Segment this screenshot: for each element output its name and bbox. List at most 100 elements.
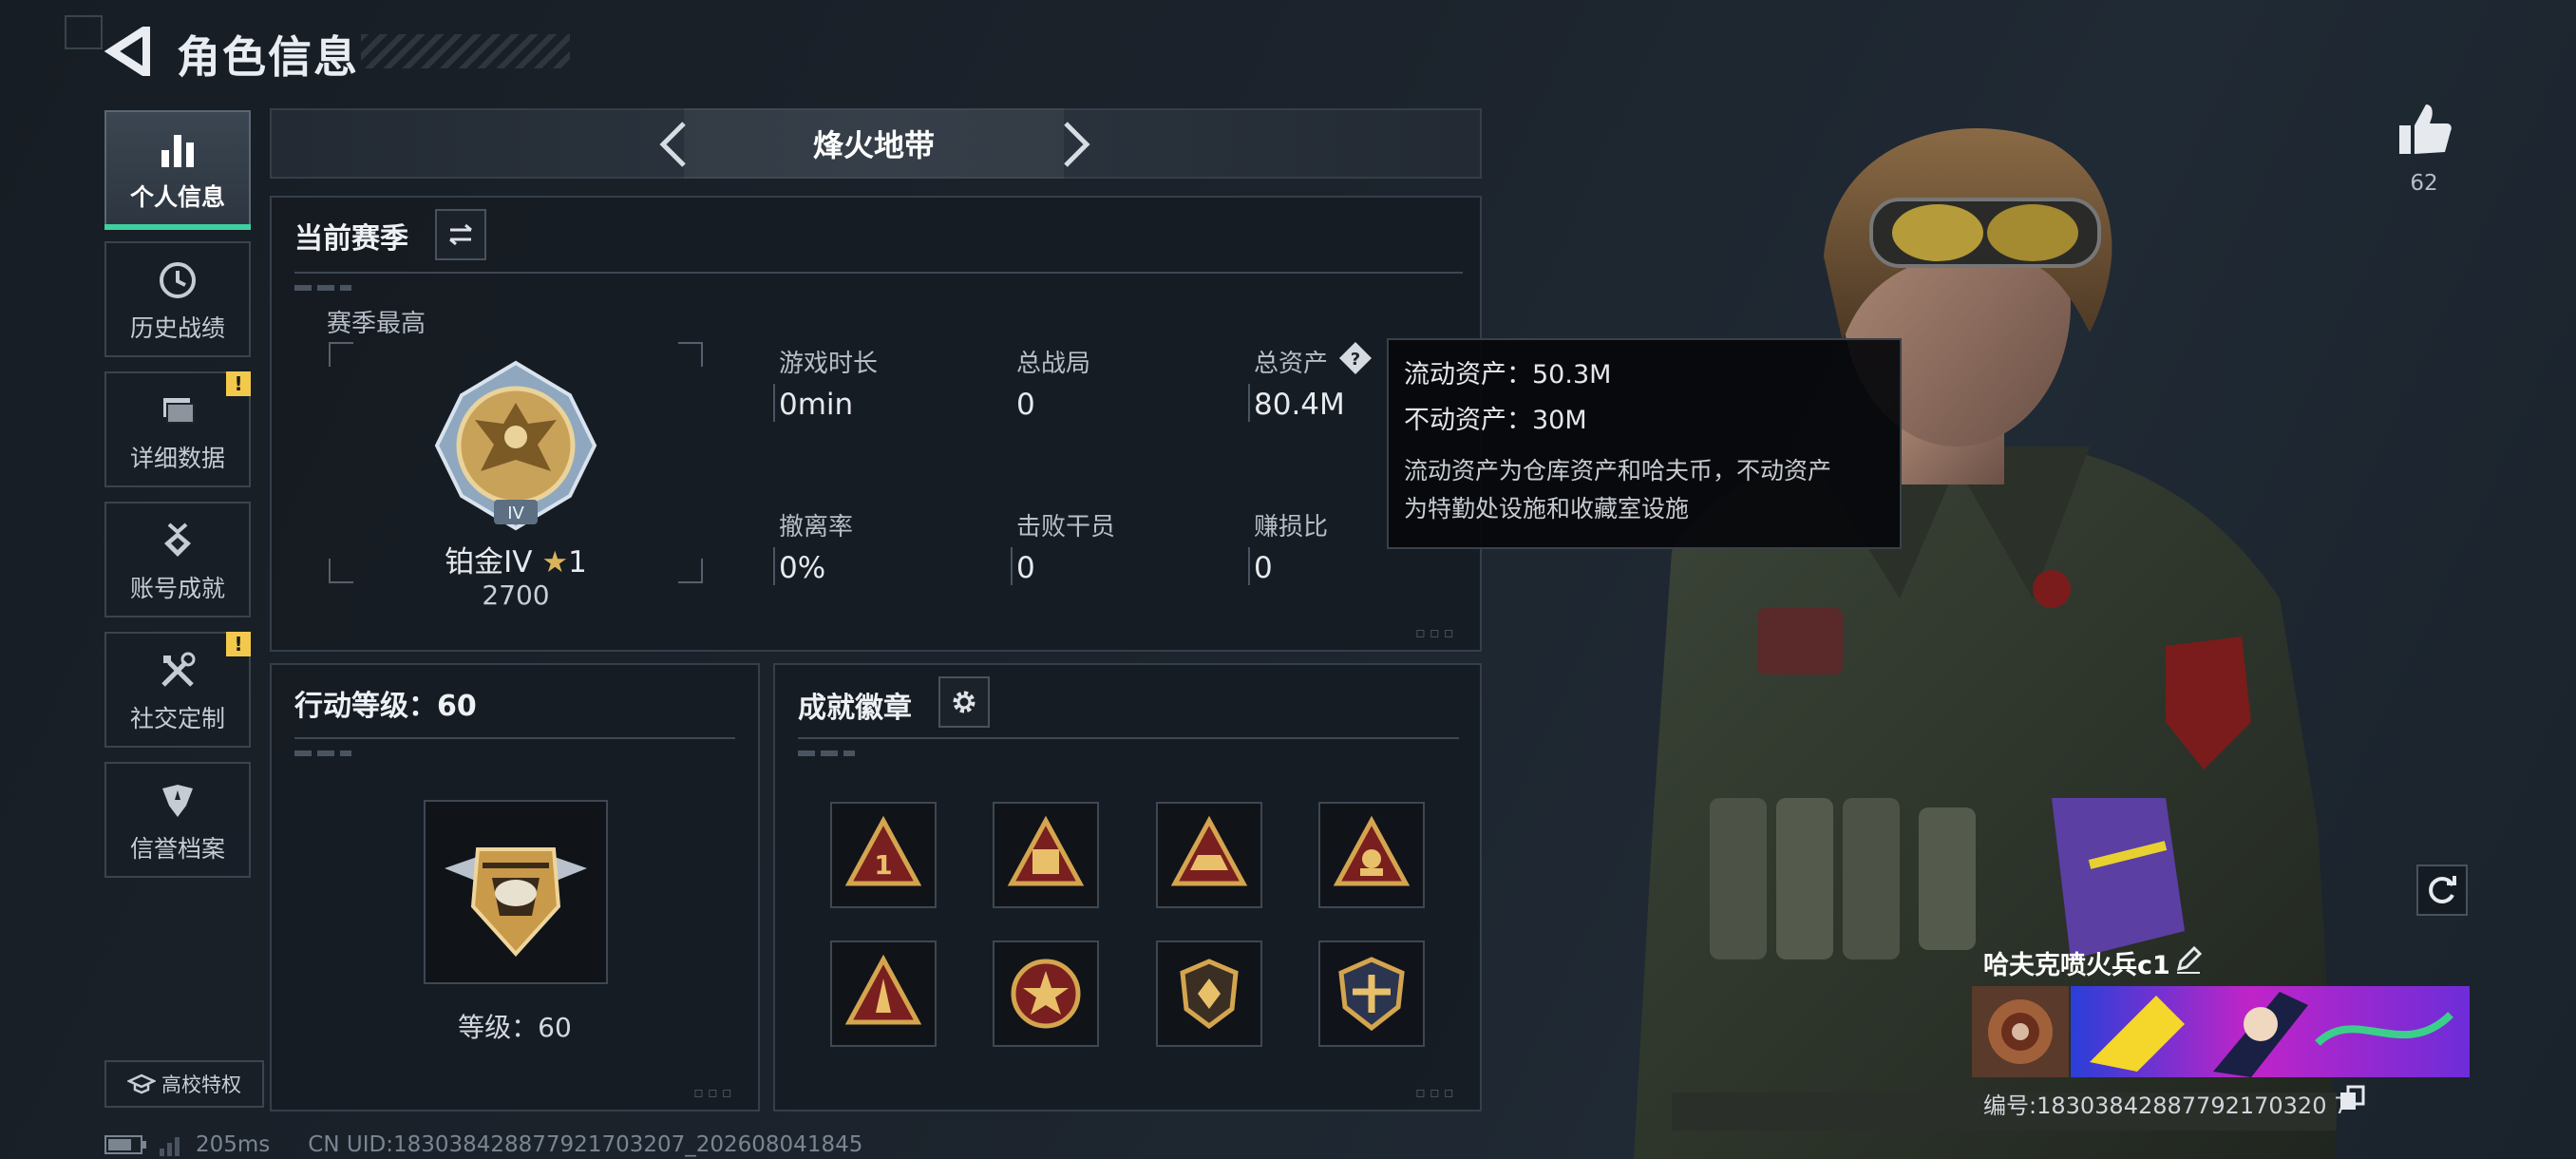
achievement-badge[interactable] xyxy=(1318,802,1425,908)
stat-marker xyxy=(773,384,775,422)
stat-playtime-label: 游戏时长 xyxy=(779,350,879,378)
tab-personal-info[interactable]: 个人信息 xyxy=(104,110,251,230)
stat-marker xyxy=(773,547,775,585)
badge-6-icon xyxy=(1011,959,1081,1029)
edit-pencil-icon[interactable] xyxy=(2173,944,2204,975)
swap-arrows-icon xyxy=(449,223,472,246)
stat-playtime-value: 0min xyxy=(779,388,854,422)
tab-detailed-data[interactable]: ! 详细数据 xyxy=(104,371,251,487)
rank-name: 铂金IV xyxy=(445,545,533,580)
player-name: 哈夫克喷火兵c1 xyxy=(1983,951,2170,980)
bar-chart-icon xyxy=(161,135,194,167)
ping-value: 205ms xyxy=(196,1132,271,1157)
tab-label: 个人信息 xyxy=(129,183,225,211)
stat-profit-ratio-value: 0 xyxy=(1254,551,1273,585)
rank-stars: 1 xyxy=(568,545,587,580)
back-arrow-icon[interactable] xyxy=(103,25,160,78)
svg-text:?: ? xyxy=(1351,350,1360,370)
switch-season-button[interactable] xyxy=(435,209,486,260)
stat-marker xyxy=(1248,384,1250,422)
shield-icon xyxy=(162,785,193,817)
tooltip-fixed-assets: 不动资产：30M xyxy=(1404,406,1587,435)
school-privilege-button[interactable]: 高校特权 xyxy=(104,1060,264,1108)
achievement-badge[interactable] xyxy=(1156,802,1262,908)
stat-total-matches-value: 0 xyxy=(1016,388,1035,422)
tab-label: 详细数据 xyxy=(129,445,225,472)
achievement-badge[interactable] xyxy=(993,940,1099,1047)
achievement-badge[interactable] xyxy=(1156,940,1262,1047)
alert-badge: ! xyxy=(226,632,251,656)
school-privilege-label: 高校特权 xyxy=(161,1074,241,1096)
season-panel-title: 当前赛季 xyxy=(294,222,408,256)
title-hatch-decoration xyxy=(361,34,570,68)
rank-emblem-text: IV xyxy=(507,504,524,523)
uid-text: CN UID:183038428877921703207_20260804184… xyxy=(308,1132,863,1157)
corner-decoration xyxy=(65,15,103,49)
achievement-badge[interactable]: 1 xyxy=(830,802,937,908)
level-panel-title: 行动等级：60 xyxy=(294,690,477,723)
level-emblem-frame xyxy=(424,800,608,984)
thumbs-up-icon[interactable] xyxy=(2396,101,2453,158)
tooltip-description-line: 为特勤处设施和收藏室设施 xyxy=(1404,495,1690,522)
level-text: 等级：60 xyxy=(458,1012,572,1043)
gear-icon xyxy=(953,691,975,713)
panel-decoration xyxy=(294,750,351,756)
panel-divider xyxy=(294,272,1463,274)
achievement-badge[interactable] xyxy=(830,940,937,1047)
refresh-icon xyxy=(2429,876,2456,903)
badge-8-icon xyxy=(1338,957,1405,1032)
platinum-rank-emblem-icon: IV xyxy=(434,360,597,531)
clock-icon xyxy=(160,262,196,298)
badge-5-icon xyxy=(844,954,922,1025)
like-count: 62 xyxy=(2410,171,2438,196)
tooltip-liquid-assets: 流动资产：50.3M xyxy=(1404,360,1612,390)
stat-marker xyxy=(1248,547,1250,585)
tab-label: 社交定制 xyxy=(129,705,225,732)
stat-extraction-rate-value: 0% xyxy=(779,551,826,585)
tab-label: 信誉档案 xyxy=(129,835,225,863)
player-id: 编号:18303842887792170320 7 xyxy=(1983,1092,2349,1119)
player-avatar[interactable] xyxy=(1972,986,2069,1077)
panel-decoration xyxy=(798,750,855,756)
level-emblem-icon xyxy=(445,847,587,957)
graduation-cap-icon xyxy=(127,1074,156,1094)
badges-panel-title: 成就徽章 xyxy=(798,692,912,725)
stat-total-assets-value: 80.4M xyxy=(1254,388,1345,422)
svg-text:1: 1 xyxy=(874,849,892,881)
badge-7-icon xyxy=(1180,959,1239,1030)
tab-label: 历史战绩 xyxy=(129,314,225,342)
stat-total-matches-label: 总战局 xyxy=(1016,350,1091,378)
tooltip-description-line: 流动资产为仓库资产和哈夫币，不动资产 xyxy=(1404,457,1832,484)
stat-total-assets-label: 总资产 xyxy=(1254,350,1329,378)
copy-icon[interactable] xyxy=(2339,1085,2365,1112)
panel-corner-marks: ▫▫▫ xyxy=(1415,623,1458,641)
tab-social-customization[interactable]: ! 社交定制 xyxy=(104,632,251,748)
mode-name: 烽火地带 xyxy=(812,127,935,163)
next-mode-arrow-icon[interactable] xyxy=(1047,116,1104,173)
badge-settings-button[interactable] xyxy=(938,676,990,728)
badge-1-icon: 1 xyxy=(844,815,922,886)
star-icon: ★ xyxy=(541,545,569,580)
panel-divider xyxy=(798,737,1459,739)
tools-icon xyxy=(161,652,196,687)
player-name-card-banner[interactable] xyxy=(2071,986,2470,1077)
page-title: 角色信息 xyxy=(177,31,359,83)
help-icon[interactable]: ? xyxy=(1337,340,1373,376)
panel-decoration xyxy=(294,285,351,291)
tab-reputation-file[interactable]: 信誉档案 xyxy=(104,762,251,878)
battery-icon xyxy=(104,1135,146,1154)
stat-kills-value: 0 xyxy=(1016,551,1035,585)
panel-corner-marks: ▫▫▫ xyxy=(693,1083,736,1101)
tab-account-achievements[interactable]: 账号成就 xyxy=(104,502,251,618)
medal-icon xyxy=(164,522,191,557)
rank-line: 铂金IV ★1 xyxy=(329,538,703,580)
achievement-badge[interactable] xyxy=(1318,940,1425,1047)
stat-marker xyxy=(1011,547,1013,585)
stat-extraction-rate-label: 撤离率 xyxy=(779,513,854,542)
achievement-badge[interactable] xyxy=(993,802,1099,908)
assets-tooltip: 流动资产：50.3M 不动资产：30M 流动资产为仓库资产和哈夫币，不动资产 为… xyxy=(1387,338,1902,549)
badge-3-icon xyxy=(1170,815,1248,886)
tab-history[interactable]: 历史战绩 xyxy=(104,241,251,357)
folder-icon xyxy=(163,398,195,424)
refresh-button[interactable] xyxy=(2416,864,2468,916)
